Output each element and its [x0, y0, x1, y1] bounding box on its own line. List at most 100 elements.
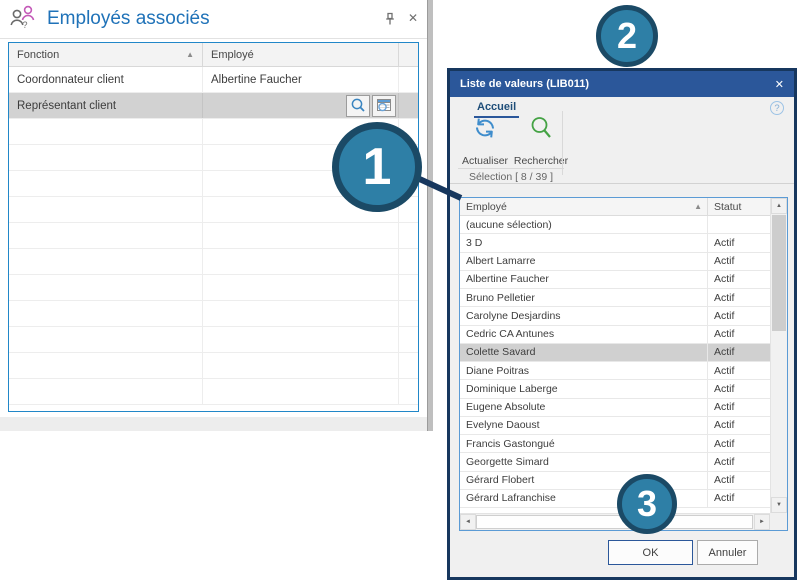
panel-close-icon[interactable]: ✕ [408, 11, 418, 25]
employee-status: Actif [708, 307, 770, 324]
ok-button[interactable]: OK [608, 540, 693, 565]
employee-status: Actif [708, 490, 770, 507]
list-item[interactable]: Gérard FlobertActif [460, 472, 770, 490]
employee-list-rows: (aucune sélection)3 DActifAlbert Lamarre… [460, 216, 770, 513]
ribbon-group-divider [562, 111, 563, 175]
list-item[interactable]: Eugene AbsoluteActif [460, 399, 770, 417]
column-header-fonction[interactable]: Fonction ▲ [9, 43, 203, 66]
ribbon: Accueil ? Actualiser Rechercher Sélectio… [450, 97, 794, 184]
list-item[interactable]: Georgette SimardActif [460, 453, 770, 471]
employee-status: Actif [708, 399, 770, 416]
svg-text:?: ? [23, 20, 28, 30]
employee-status: Actif [708, 234, 770, 251]
table-row-selected[interactable]: Représentant client [9, 93, 418, 119]
table-header-row: Fonction ▲ Employé [9, 43, 418, 67]
scroll-left-icon[interactable]: ◄ [460, 514, 476, 530]
list-item[interactable]: Albertine FaucherActif [460, 271, 770, 289]
dialog-titlebar[interactable]: Liste de valeurs (LIB011) ✕ [450, 71, 794, 97]
callout-step-1: 1 [332, 122, 422, 212]
list-item[interactable]: Carolyne DesjardinsActif [460, 307, 770, 325]
magnifier-icon [349, 97, 367, 114]
employee-name: Evelyne Daoust [460, 417, 708, 434]
employee-name: Carolyne Desjardins [460, 307, 708, 324]
employee-name: (aucune sélection) [460, 216, 708, 233]
list-item[interactable]: Diane PoitrasActif [460, 362, 770, 380]
horizontal-scrollbar[interactable]: ◄ ► [460, 513, 770, 530]
list-item[interactable]: 3 DActif [460, 234, 770, 252]
employee-status: Actif [708, 472, 770, 489]
callout-step-3: 3 [617, 474, 677, 534]
vertical-scrollbar[interactable]: ▲ ▼ [770, 198, 787, 513]
list-item[interactable]: Dominique LabergeActif [460, 380, 770, 398]
dialog-close-icon[interactable]: ✕ [775, 78, 784, 91]
fonction-cell: Coordonnateur client [9, 67, 203, 92]
table-row-empty[interactable] [9, 353, 418, 379]
employee-name: 3 D [460, 234, 708, 251]
scroll-right-icon[interactable]: ► [754, 514, 770, 530]
column-header-employe[interactable]: Employé [203, 43, 399, 66]
list-item[interactable]: Francis GastonguéActif [460, 435, 770, 453]
employe-cell [203, 93, 399, 118]
list-item[interactable]: Evelyne DaoustActif [460, 417, 770, 435]
table-row-empty[interactable] [9, 301, 418, 327]
vertical-scroll-thumb[interactable] [772, 215, 786, 331]
panel-titlebar: ? Employés associés ✕ [0, 0, 427, 39]
list-item[interactable]: Bruno PelletierActif [460, 289, 770, 307]
employee-status: Actif [708, 380, 770, 397]
browse-list-button[interactable] [372, 95, 396, 117]
sort-asc-icon: ▲ [694, 202, 702, 211]
scroll-up-icon[interactable]: ▲ [771, 198, 787, 214]
employee-name: Georgette Simard [460, 453, 708, 470]
employee-name: Dominique Laberge [460, 380, 708, 397]
employee-status: Actif [708, 289, 770, 306]
employee-status [708, 216, 770, 233]
table-row-empty[interactable] [9, 379, 418, 405]
employee-status: Actif [708, 253, 770, 270]
column-header-employe[interactable]: Employé ▲ [460, 198, 708, 215]
table-row-empty[interactable] [9, 249, 418, 275]
values-list: Employé ▲ Statut (aucune sélection)3 DAc… [459, 197, 788, 531]
list-item[interactable]: Colette SavardActif [460, 344, 770, 362]
employee-status: Actif [708, 344, 770, 361]
employee-name: Francis Gastongué [460, 435, 708, 452]
search-lookup-button[interactable] [346, 95, 370, 117]
employee-status: Actif [708, 271, 770, 288]
table-row-empty[interactable] [9, 223, 418, 249]
dialog-title: Liste de valeurs (LIB011) [460, 78, 775, 90]
employee-name: Colette Savard [460, 344, 708, 361]
associated-employees-table: Fonction ▲ Employé Coordonnateur client … [8, 42, 419, 412]
employe-cell: Albertine Faucher [203, 67, 399, 92]
employee-name: Albert Lamarre [460, 253, 708, 270]
table-row-empty[interactable] [9, 275, 418, 301]
refresh-button[interactable]: Actualiser [458, 115, 512, 167]
scrollbar-corner [770, 513, 787, 530]
horizontal-scroll-thumb[interactable] [476, 515, 753, 529]
refresh-icon [472, 115, 498, 141]
cancel-button[interactable]: Annuler [697, 540, 758, 565]
panel-bottom-strip [0, 417, 427, 431]
list-item[interactable]: (aucune sélection) [460, 216, 770, 234]
employee-name: Eugene Absolute [460, 399, 708, 416]
scroll-down-icon[interactable]: ▼ [771, 497, 787, 513]
list-header-row: Employé ▲ Statut [460, 198, 770, 216]
employee-status: Actif [708, 362, 770, 379]
help-icon[interactable]: ? [770, 101, 784, 115]
pin-icon[interactable] [384, 12, 396, 31]
employee-name: Bruno Pelletier [460, 289, 708, 306]
table-row[interactable]: Coordonnateur client Albertine Faucher [9, 67, 418, 93]
employee-status: Actif [708, 435, 770, 452]
associated-employees-panel: ? Employés associés ✕ Fonction ▲ Employé… [0, 0, 433, 431]
callout-step-2: 2 [596, 5, 658, 67]
employee-status: Actif [708, 417, 770, 434]
selection-count-label: Sélection [ 8 / 39 ] [458, 171, 564, 183]
employee-name: Diane Poitras [460, 362, 708, 379]
column-header-statut[interactable]: Statut [708, 198, 770, 215]
sort-asc-icon: ▲ [186, 50, 194, 59]
list-item[interactable]: Gérard LafranchiseActif [460, 490, 770, 508]
list-item[interactable]: Albert LamarreActif [460, 253, 770, 271]
table-row-empty[interactable] [9, 327, 418, 353]
employees-icon: ? [8, 3, 38, 36]
list-item[interactable]: Cedric CA AntunesActif [460, 326, 770, 344]
search-icon [528, 115, 554, 141]
employee-status: Actif [708, 326, 770, 343]
